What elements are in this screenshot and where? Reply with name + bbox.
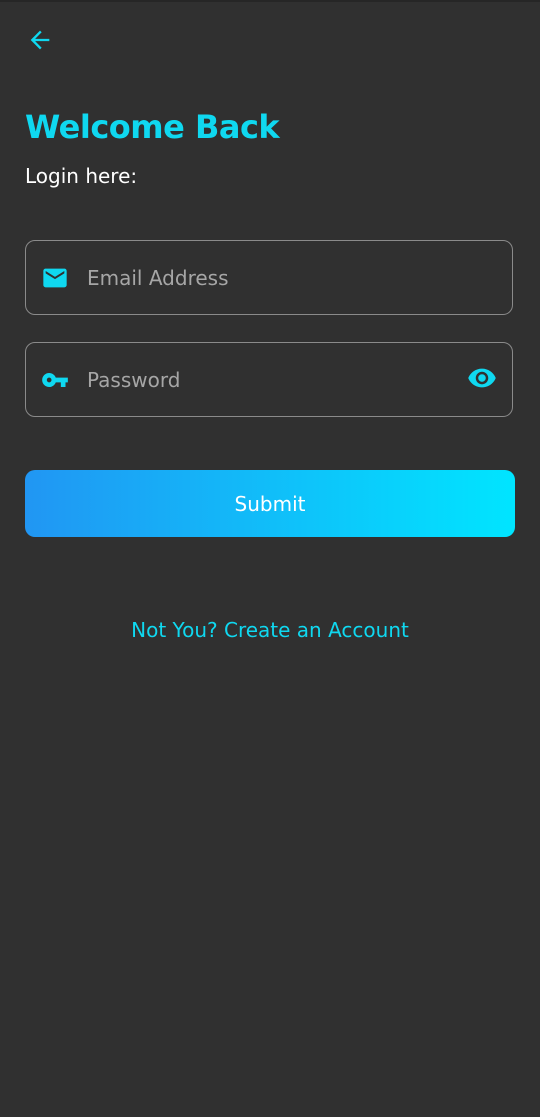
show-password-toggle[interactable] [466,364,498,396]
login-screen: Welcome Back Login here: Submit Not You?… [0,0,540,1117]
page-subtitle: Login here: [25,164,138,188]
password-input[interactable] [85,366,466,393]
password-field[interactable] [25,342,513,417]
create-account-link[interactable]: Not You? Create an Account [0,618,540,642]
mail-icon [41,264,69,292]
status-divider [0,0,540,2]
email-input[interactable] [85,264,512,291]
eye-icon [467,363,497,397]
email-field[interactable] [25,240,513,315]
page-title: Welcome Back [25,108,280,146]
arrow-left-icon [26,26,54,58]
key-icon [41,366,69,394]
submit-button[interactable]: Submit [25,470,515,537]
back-button[interactable] [22,24,58,60]
